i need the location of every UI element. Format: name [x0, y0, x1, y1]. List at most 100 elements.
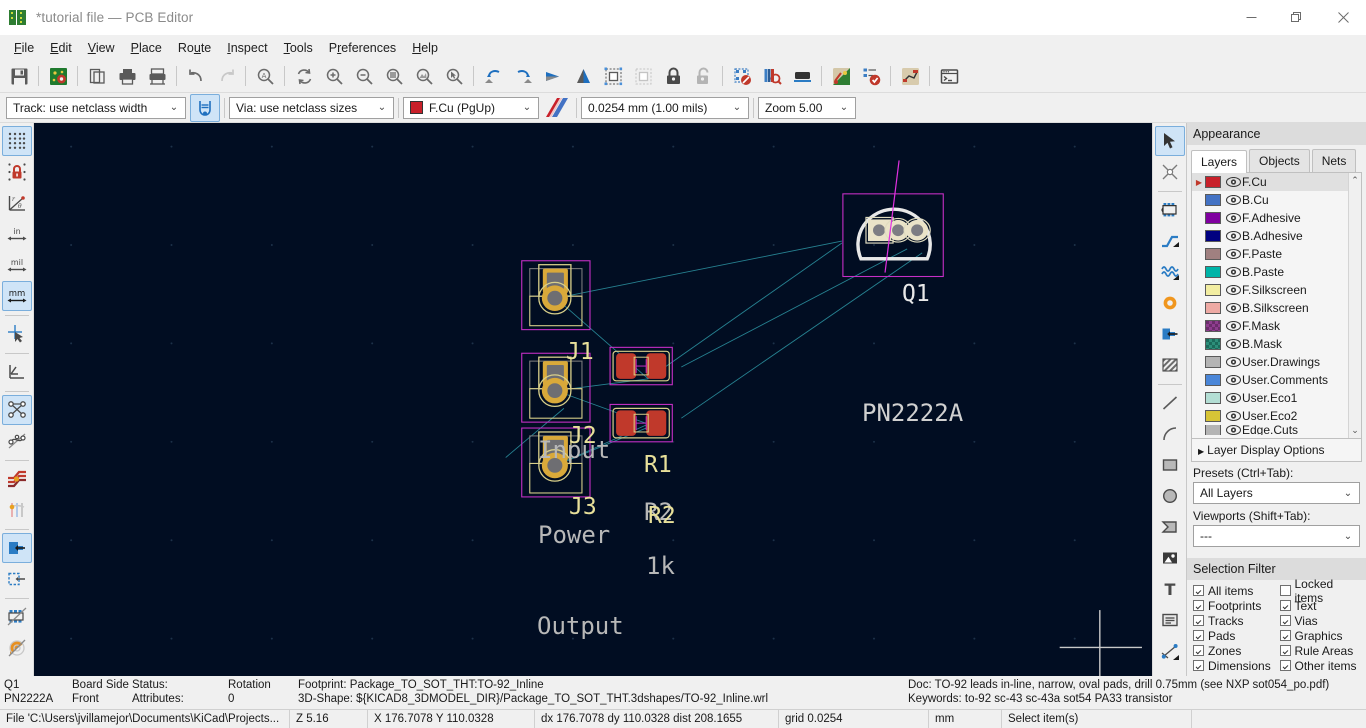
eye-icon[interactable]	[1225, 357, 1242, 367]
checkbox[interactable]	[1279, 615, 1291, 626]
layer-pair-icon[interactable]	[542, 94, 572, 122]
layer-color-swatch[interactable]	[1205, 212, 1221, 224]
differential-pair-icon[interactable]	[1155, 257, 1185, 287]
via-sketch-icon[interactable]	[2, 633, 32, 663]
show-ratsnest-icon[interactable]	[2, 357, 32, 387]
minimize-button[interactable]	[1228, 0, 1274, 36]
scroll-up-icon[interactable]: ⌃	[1351, 175, 1359, 186]
units-mils-icon[interactable]: mil	[2, 250, 32, 280]
layer-row[interactable]: Edge.Cuts	[1192, 425, 1348, 435]
via-fill-icon[interactable]	[2, 495, 32, 525]
layer-color-swatch[interactable]	[1205, 302, 1221, 314]
eye-icon[interactable]	[1225, 285, 1242, 295]
layer-row[interactable]: User.Eco1	[1192, 389, 1348, 407]
board-setup-icon[interactable]	[43, 62, 73, 90]
flip-vertical-icon[interactable]	[568, 62, 598, 90]
layer-color-swatch[interactable]	[1205, 425, 1221, 435]
undo-icon[interactable]	[181, 62, 211, 90]
footprint-checker-icon[interactable]	[856, 62, 886, 90]
layer-row[interactable]: B.Adhesive	[1192, 227, 1348, 245]
filter-dimensions[interactable]: Dimensions	[1193, 658, 1278, 673]
3d-viewer-icon[interactable]	[787, 62, 817, 90]
viewports-select[interactable]: --- ⌄	[1193, 525, 1360, 547]
refresh-icon[interactable]	[289, 62, 319, 90]
layer-row[interactable]: F.Adhesive	[1192, 209, 1348, 227]
checkbox[interactable]	[1279, 630, 1291, 641]
layer-row[interactable]: User.Drawings	[1192, 353, 1348, 371]
tab-nets[interactable]: Nets	[1311, 149, 1357, 172]
layer-color-swatch[interactable]	[1205, 338, 1221, 350]
filter-rule-areas[interactable]: Rule Areas	[1279, 643, 1365, 658]
checkbox[interactable]	[1279, 585, 1291, 596]
scroll-down-icon[interactable]: ⌄	[1351, 425, 1359, 436]
filter-all-items[interactable]: All items	[1193, 583, 1278, 598]
filter-vias[interactable]: Vias	[1279, 613, 1365, 628]
add-image-icon[interactable]	[1155, 543, 1185, 573]
menu-edit[interactable]: Edit	[42, 38, 80, 58]
schematic-editor-icon[interactable]	[826, 62, 856, 90]
unlock-icon[interactable]	[688, 62, 718, 90]
layer-color-swatch[interactable]	[1205, 392, 1221, 404]
layer-row[interactable]: F.Paste	[1192, 245, 1348, 263]
checkbox[interactable]	[1193, 600, 1204, 611]
filter-footprints[interactable]: Footprints	[1193, 598, 1278, 613]
via-size-select[interactable]: Via: use netclass sizes ⌄	[229, 96, 394, 119]
grid-lock-icon[interactable]	[2, 157, 32, 187]
layer-color-swatch[interactable]	[1205, 410, 1221, 422]
scripting-console-icon[interactable]	[934, 62, 964, 90]
page-settings-icon[interactable]	[82, 62, 112, 90]
track-auto-width-icon[interactable]	[190, 93, 220, 122]
menu-inspect[interactable]: Inspect	[219, 38, 275, 58]
draw-arc-icon[interactable]	[1155, 419, 1185, 449]
menu-route[interactable]: Route	[170, 38, 219, 58]
tab-layers[interactable]: Layers	[1191, 150, 1248, 173]
filter-zones[interactable]: Zones	[1193, 643, 1278, 658]
checkbox[interactable]	[1193, 585, 1204, 596]
ratsnest-lines-icon[interactable]	[1, 395, 32, 425]
layers-scrollbar[interactable]: ⌃ ⌄	[1348, 173, 1361, 438]
draw-line-icon[interactable]	[1155, 388, 1185, 418]
draw-circle-icon[interactable]	[1155, 481, 1185, 511]
rotate-ccw-icon[interactable]	[478, 62, 508, 90]
eye-icon[interactable]	[1225, 375, 1242, 385]
local-ratsnest-icon[interactable]	[1155, 157, 1185, 187]
zone-filled-icon[interactable]	[1, 533, 32, 563]
rotate-cw-icon[interactable]	[508, 62, 538, 90]
track-fill-icon[interactable]	[2, 464, 32, 494]
full-crosshair-icon[interactable]	[2, 319, 32, 349]
eye-icon[interactable]	[1225, 303, 1242, 313]
checkbox[interactable]	[1193, 645, 1204, 656]
group-icon[interactable]	[598, 62, 628, 90]
print-icon[interactable]	[112, 62, 142, 90]
layer-color-swatch[interactable]	[1205, 248, 1221, 260]
eye-icon[interactable]	[1225, 339, 1242, 349]
layer-row[interactable]: B.Silkscreen	[1192, 299, 1348, 317]
footprint-search-icon[interactable]	[757, 62, 787, 90]
zoom-select[interactable]: Zoom 5.00 ⌄	[758, 96, 856, 119]
plot-icon[interactable]	[142, 62, 172, 90]
rule-area-icon[interactable]	[1155, 350, 1185, 380]
eye-icon[interactable]	[1225, 267, 1242, 277]
menu-place[interactable]: Place	[123, 38, 170, 58]
lock-icon[interactable]	[658, 62, 688, 90]
layer-row[interactable]: User.Comments	[1192, 371, 1348, 389]
filter-graphics[interactable]: Graphics	[1279, 628, 1365, 643]
add-zone-icon[interactable]	[1155, 319, 1185, 349]
filter-tracks[interactable]: Tracks	[1193, 613, 1278, 628]
zoom-objects-icon[interactable]	[409, 62, 439, 90]
drc-icon[interactable]	[727, 62, 757, 90]
zoom-selection-icon[interactable]	[439, 62, 469, 90]
eye-icon[interactable]	[1225, 425, 1242, 435]
add-textbox-icon[interactable]	[1155, 605, 1185, 635]
zoom-out-icon[interactable]	[349, 62, 379, 90]
tab-objects[interactable]: Objects	[1249, 149, 1310, 172]
select-cursor-icon[interactable]	[1154, 126, 1185, 156]
eye-icon[interactable]	[1225, 249, 1242, 259]
layer-row[interactable]: ▶ F.Cu	[1192, 173, 1348, 191]
filter-locked-items[interactable]: Locked items	[1279, 577, 1365, 605]
layer-color-swatch[interactable]	[1205, 230, 1221, 242]
place-footprint-icon[interactable]	[1155, 195, 1185, 225]
grid-size-select[interactable]: 0.0254 mm (1.00 mils) ⌄	[581, 96, 749, 119]
checkbox[interactable]	[1279, 600, 1291, 611]
zoom-fit-icon[interactable]	[379, 62, 409, 90]
